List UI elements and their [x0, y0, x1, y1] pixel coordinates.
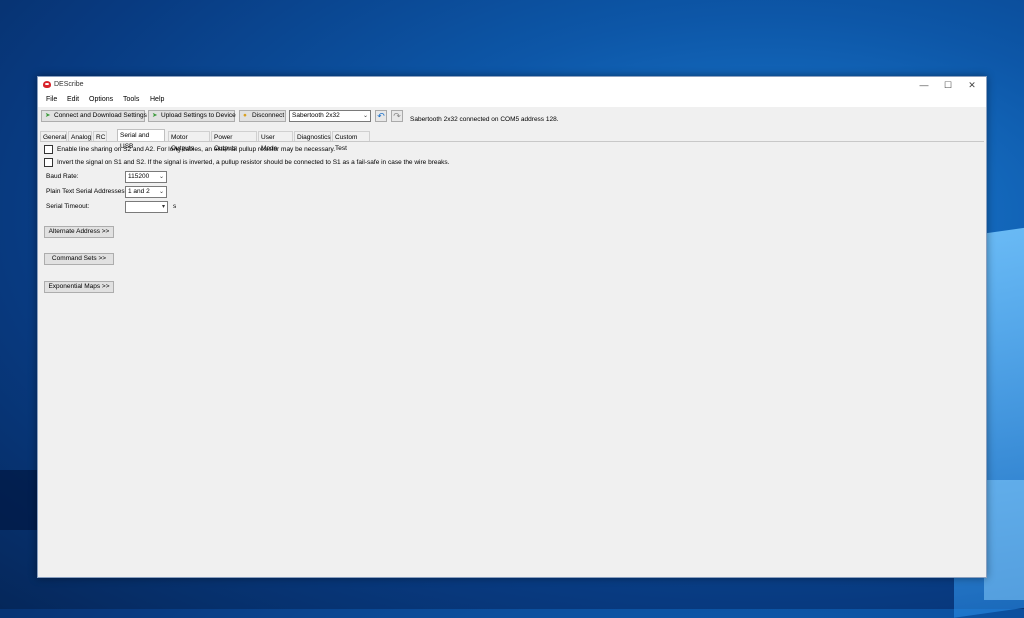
plain-text-addresses-select[interactable]: 1 and 2 ⌄ [125, 186, 167, 198]
menu-tools[interactable]: Tools [123, 96, 139, 103]
serial-timeout-unit: s [173, 203, 177, 210]
menu-options[interactable]: Options [89, 96, 113, 103]
serial-timeout-label: Serial Timeout: [46, 203, 90, 210]
close-icon[interactable]: ✕ [960, 77, 984, 93]
disconnect-icon: ● [243, 112, 247, 119]
minimize-icon[interactable]: — [912, 77, 936, 93]
window-title: DEScribe [54, 81, 84, 88]
menu-edit[interactable]: Edit [67, 96, 79, 103]
line-sharing-option[interactable]: Enable line sharing on S2 and A2. For lo… [44, 145, 335, 154]
baud-rate-label: Baud Rate: [46, 173, 79, 180]
serial-timeout-input[interactable]: ▾ [125, 201, 168, 213]
chevron-down-icon: ⌄ [362, 113, 368, 119]
menu-file[interactable]: File [46, 96, 57, 103]
command-sets-button[interactable]: Command Sets >> [44, 253, 114, 265]
alternate-address-button[interactable]: Alternate Address >> [44, 226, 114, 238]
device-select[interactable]: Sabertooth 2x32 ⌄ [289, 110, 371, 122]
menu-help[interactable]: Help [150, 96, 164, 103]
chevron-down-icon: ⌄ [158, 189, 164, 195]
title-bar[interactable]: DEScribe — ☐ ✕ [38, 77, 986, 93]
line-sharing-checkbox[interactable] [44, 145, 53, 154]
redo-icon[interactable]: ↷ [391, 110, 403, 122]
app-logo-icon [43, 81, 51, 88]
upload-icon: ➤ [152, 112, 158, 119]
maximize-icon[interactable]: ☐ [936, 77, 960, 93]
baud-rate-select[interactable]: 115200 ⌄ [125, 171, 167, 183]
spinner-icon[interactable]: ▾ [162, 202, 165, 212]
menu-bar: File Edit Options Tools Help [38, 93, 986, 107]
app-window: DEScribe — ☐ ✕ File Edit Options Tools H… [37, 76, 987, 578]
chevron-down-icon: ⌄ [158, 174, 164, 180]
disconnect-button[interactable]: ● Disconnect [239, 110, 286, 122]
invert-signal-option[interactable]: Invert the signal on S1 and S2. If the s… [44, 158, 449, 167]
plain-text-addresses-label: Plain Text Serial Addresses: [46, 188, 127, 195]
desktop-shadow [0, 470, 40, 530]
connect-download-button[interactable]: ➤ Connect and Download Settings [41, 110, 147, 122]
upload-settings-button[interactable]: ➤ Upload Settings to Device [148, 110, 236, 122]
connect-icon: ➤ [45, 112, 51, 119]
desktop-light-streak [984, 480, 1024, 600]
exponential-maps-button[interactable]: Exponential Maps >> [44, 281, 114, 293]
invert-signal-checkbox[interactable] [44, 158, 53, 167]
connection-status: Sabertooth 2x32 connected on COM5 addres… [410, 116, 559, 123]
serial-usb-panel: Enable line sharing on S2 and A2. For lo… [40, 141, 984, 575]
undo-icon[interactable]: ↶ [375, 110, 387, 122]
